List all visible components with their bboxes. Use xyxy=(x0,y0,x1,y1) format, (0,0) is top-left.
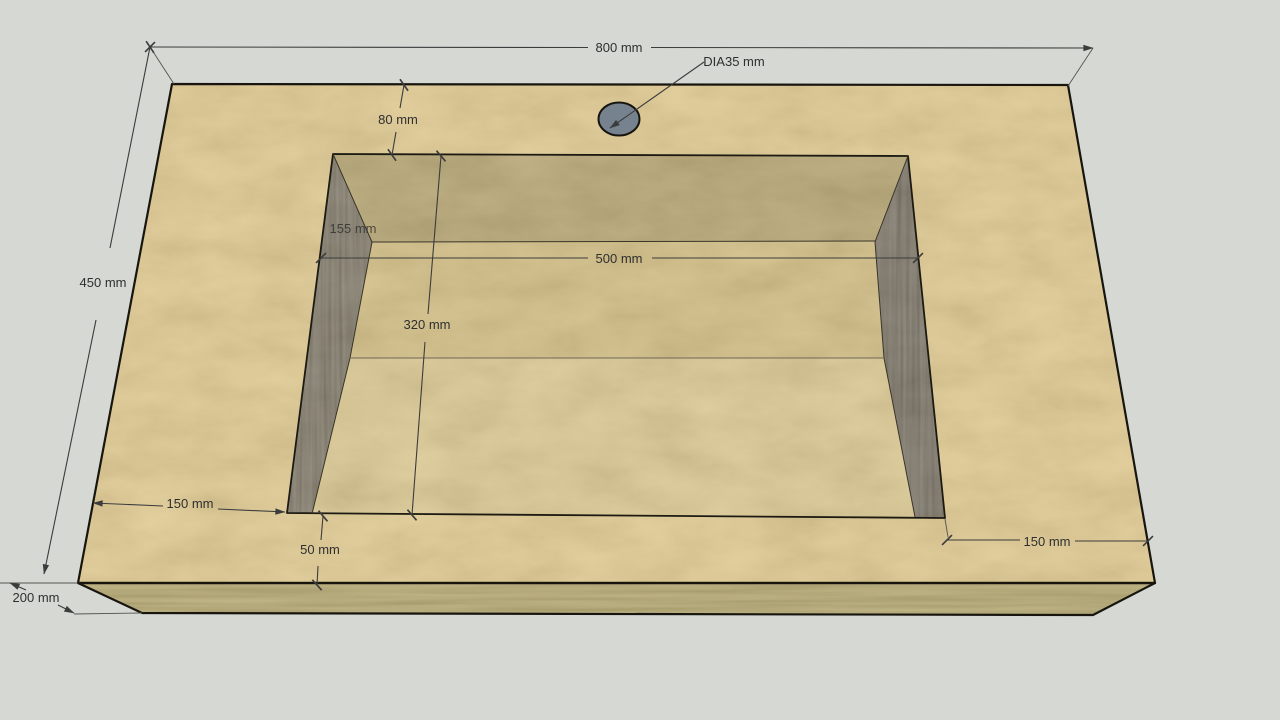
dim-320-label[interactable]: 320 mm xyxy=(404,317,451,332)
dim-450-label[interactable]: 450 mm xyxy=(80,275,127,290)
dia35-label[interactable]: DIA35 mm xyxy=(703,54,764,69)
dim-50-label[interactable]: 50 mm xyxy=(300,542,340,557)
basin-floor-lower-face[interactable] xyxy=(312,358,915,517)
faucet-hole[interactable] xyxy=(599,103,640,136)
basin-back-wall-face[interactable] xyxy=(333,154,908,242)
dim-800-label[interactable]: 800 mm xyxy=(596,40,643,55)
dim-500-label[interactable]: 500 mm xyxy=(596,251,643,266)
dim-150-right-label[interactable]: 150 mm xyxy=(1024,534,1071,549)
dim-200-label[interactable]: 200 mm xyxy=(13,590,60,605)
model-scene[interactable]: 800 mm DIA35 mm 80 mm 450 mm 155 mm 500 … xyxy=(0,0,1280,720)
countertop-front-face[interactable] xyxy=(78,583,1155,615)
cad-viewport[interactable]: 800 mm DIA35 mm 80 mm 450 mm 155 mm 500 … xyxy=(0,0,1280,720)
dim-150-left-label[interactable]: 150 mm xyxy=(167,496,214,511)
dim-155-label[interactable]: 155 mm xyxy=(330,221,377,236)
dim-80-label[interactable]: 80 mm xyxy=(378,112,418,127)
